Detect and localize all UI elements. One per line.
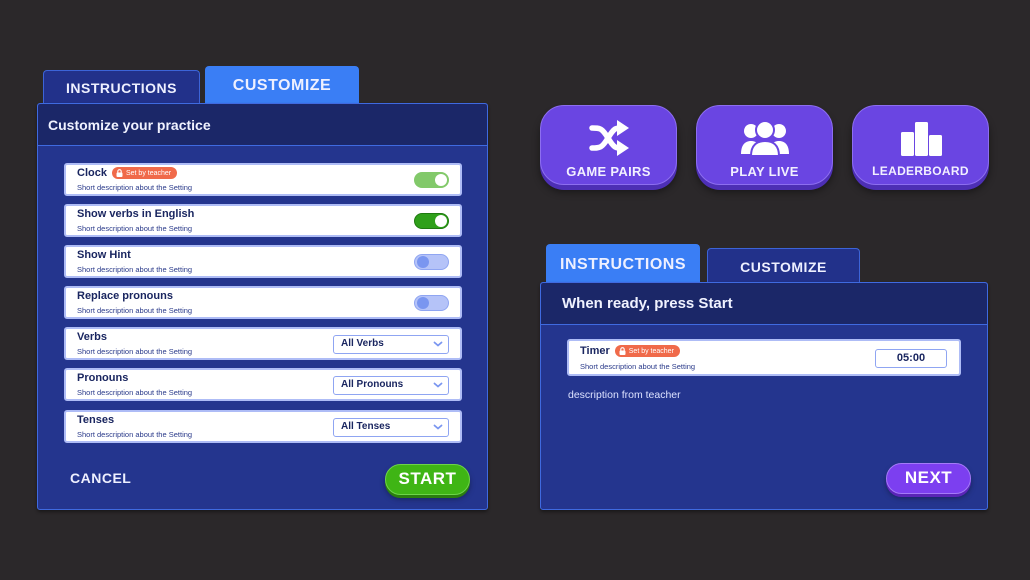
- toggle-knob: [417, 256, 429, 268]
- select-value: All Verbs: [341, 338, 384, 349]
- setting-title: Replace pronouns: [77, 290, 173, 302]
- setting-title: Show verbs in English: [77, 208, 195, 220]
- chevron-down-icon: [433, 382, 443, 388]
- toggle-knob: [435, 215, 447, 227]
- shuffle-icon: [588, 120, 629, 156]
- bar-chart-icon: [900, 122, 942, 156]
- tenses-select[interactable]: All Tenses: [333, 418, 449, 437]
- group-icon: [740, 120, 789, 157]
- badge-label: Set by teacher: [628, 347, 674, 355]
- timer-input[interactable]: 05:00: [875, 349, 947, 368]
- select-value: All Pronouns: [341, 379, 404, 390]
- badge-label: Set by teacher: [125, 169, 172, 177]
- lock-icon: [619, 347, 626, 355]
- play-live-button[interactable]: PLAY LIVE: [696, 105, 833, 185]
- setting-row-show-hint: Show Hint Short description about the Se…: [64, 245, 462, 278]
- pronouns-select[interactable]: All Pronouns: [333, 376, 449, 395]
- game-pairs-label: GAME PAIRS: [566, 164, 651, 179]
- cancel-button[interactable]: CANCEL: [70, 470, 131, 486]
- toggle-knob: [435, 174, 447, 186]
- instructions-panel: When ready, press Start Timer Set by tea…: [540, 282, 988, 510]
- teacher-description: description from teacher: [568, 389, 681, 401]
- set-by-teacher-badge: Set by teacher: [111, 167, 178, 179]
- page-title: When ready, press Start: [562, 295, 733, 312]
- setting-title: Clock: [77, 167, 107, 179]
- clock-toggle[interactable]: [414, 172, 449, 188]
- chevron-down-icon: [433, 341, 443, 347]
- chevron-down-icon: [433, 424, 443, 430]
- tab-instructions[interactable]: INSTRUCTIONS: [546, 244, 700, 283]
- setting-row-clock: Clock Set by teacher Short description a…: [64, 163, 462, 196]
- tab-instructions-label: INSTRUCTIONS: [66, 80, 177, 96]
- setting-description: Short description about the Setting: [77, 224, 193, 233]
- show-hint-toggle[interactable]: [414, 254, 449, 270]
- setting-title: Timer: [580, 345, 610, 357]
- setting-description: Short description about the Setting: [77, 183, 193, 192]
- start-button[interactable]: START: [385, 464, 470, 495]
- tab-customize[interactable]: CUSTOMIZE: [707, 248, 860, 283]
- leaderboard-button[interactable]: LEADERBOARD: [852, 105, 989, 185]
- setting-description: Short description about the Setting: [77, 430, 193, 439]
- setting-description: Short description about the Setting: [77, 265, 193, 274]
- setting-description: Short description about the Setting: [580, 362, 696, 371]
- leaderboard-label: LEADERBOARD: [872, 164, 969, 178]
- panel-header: When ready, press Start: [541, 283, 987, 325]
- page-title: Customize your practice: [48, 117, 211, 133]
- setting-description: Short description about the Setting: [77, 388, 193, 397]
- select-value: All Tenses: [341, 421, 391, 432]
- tab-instructions[interactable]: INSTRUCTIONS: [43, 70, 200, 104]
- customize-panel: Customize your practice Clock Set by tea…: [37, 103, 488, 510]
- setting-title: Show Hint: [77, 249, 131, 261]
- verbs-select[interactable]: All Verbs: [333, 335, 449, 354]
- tab-instructions-label: INSTRUCTIONS: [560, 256, 686, 273]
- show-verbs-english-toggle[interactable]: [414, 213, 449, 229]
- setting-row-tenses: Tenses Short description about the Setti…: [64, 410, 462, 443]
- setting-row-replace-pronouns: Replace pronouns Short description about…: [64, 286, 462, 319]
- game-pairs-button[interactable]: GAME PAIRS: [540, 105, 677, 185]
- setting-title: Verbs: [77, 331, 107, 343]
- replace-pronouns-toggle[interactable]: [414, 295, 449, 311]
- play-live-label: PLAY LIVE: [730, 164, 799, 179]
- tab-customize-label: CUSTOMIZE: [740, 259, 827, 275]
- tab-customize-label: CUSTOMIZE: [232, 77, 332, 94]
- setting-title: Pronouns: [77, 372, 129, 384]
- setting-description: Short description about the Setting: [77, 306, 193, 315]
- set-by-teacher-badge: Set by teacher: [614, 345, 680, 357]
- panel-header: Customize your practice: [38, 104, 487, 146]
- setting-row-timer: Timer Set by teacher Short description a…: [567, 339, 961, 376]
- setting-row-verbs: Verbs Short description about the Settin…: [64, 327, 462, 360]
- tab-customize[interactable]: CUSTOMIZE: [205, 66, 359, 104]
- setting-row-pronouns: Pronouns Short description about the Set…: [64, 368, 462, 401]
- setting-title: Tenses: [77, 414, 115, 426]
- setting-row-show-verbs-english: Show verbs in English Short description …: [64, 204, 462, 237]
- toggle-knob: [417, 297, 429, 309]
- lock-icon: [116, 169, 123, 177]
- setting-description: Short description about the Setting: [77, 347, 193, 356]
- next-button[interactable]: NEXT: [886, 463, 971, 494]
